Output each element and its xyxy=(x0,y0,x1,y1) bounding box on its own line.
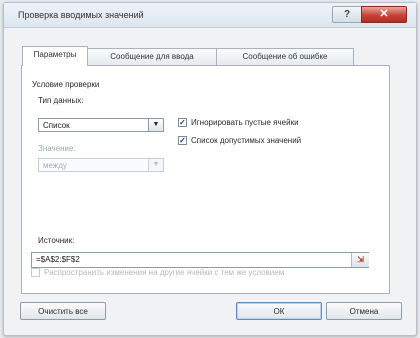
in-cell-dropdown-checkbox[interactable]: ✓ Список допустимых значений xyxy=(178,136,301,145)
question-icon: ? xyxy=(343,9,351,20)
tab-parameters[interactable]: Параметры xyxy=(22,46,88,66)
close-icon: ✕ xyxy=(379,8,389,20)
dialog-title: Проверка вводимых значений xyxy=(18,10,144,20)
close-button[interactable]: ✕ xyxy=(361,6,407,23)
cancel-label: Отмена xyxy=(349,307,379,316)
apply-to-all-box xyxy=(31,268,40,277)
chevron-down-icon: ▼ xyxy=(152,121,160,128)
help-button[interactable]: ? xyxy=(332,6,362,23)
value-label: Значение: xyxy=(38,144,76,153)
chevron-down-icon: ▼ xyxy=(152,161,160,168)
source-value: =$A$2:$F$2 xyxy=(36,255,80,264)
tab-error-alert-label: Сообщение об ошибке xyxy=(242,52,328,61)
ok-button[interactable]: ОК xyxy=(236,302,322,320)
apply-to-all-checkbox[interactable]: Распространить изменения на другие ячейк… xyxy=(31,268,284,277)
title-bar[interactable]: Проверка вводимых значений ? ✕ xyxy=(4,3,416,28)
data-type-dropdown-button[interactable]: ▼ xyxy=(148,119,163,131)
ignore-blank-checkbox[interactable]: ✓ Игнорировать пустые ячейки xyxy=(178,118,299,127)
source-label: Источник: xyxy=(38,236,75,245)
ignore-blank-label: Игнорировать пустые ячейки xyxy=(191,118,299,127)
data-type-label: Тип данных: xyxy=(38,96,84,105)
in-cell-dropdown-label: Список допустимых значений xyxy=(191,136,302,145)
clear-all-label: Очистить все xyxy=(38,307,88,316)
tab-parameters-label: Параметры xyxy=(33,50,77,59)
value-operator-select[interactable]: между ▼ xyxy=(38,158,164,172)
data-type-select[interactable]: Список ▼ xyxy=(38,118,164,132)
apply-to-all-label: Распространить изменения на другие ячейк… xyxy=(44,268,285,277)
ok-label: ОК xyxy=(273,307,285,316)
source-input[interactable]: =$A$2:$F$2 xyxy=(31,252,369,268)
ignore-blank-checkmark-icon: ✓ xyxy=(178,118,187,127)
tab-error-alert[interactable]: Сообщение об ошибке xyxy=(216,48,354,65)
range-select-button[interactable]: ⇲ xyxy=(351,253,369,267)
cancel-button[interactable]: Отмена xyxy=(326,302,402,320)
tab-input-message-label: Сообщение для ввода xyxy=(110,52,194,61)
value-operator-value: между xyxy=(43,161,67,170)
data-type-value: Список xyxy=(43,121,70,130)
range-select-icon: ⇲ xyxy=(357,255,364,264)
tab-input-message[interactable]: Сообщение для ввода xyxy=(86,48,218,65)
clear-all-button[interactable]: Очистить все xyxy=(20,302,106,320)
in-cell-dropdown-checkmark-icon: ✓ xyxy=(178,136,187,145)
value-operator-dropdown-button[interactable]: ▼ xyxy=(148,159,163,171)
tab-strip: Параметры Сообщение для ввода Сообщение … xyxy=(22,46,382,66)
validation-criteria-label: Условие проверки xyxy=(32,80,100,89)
